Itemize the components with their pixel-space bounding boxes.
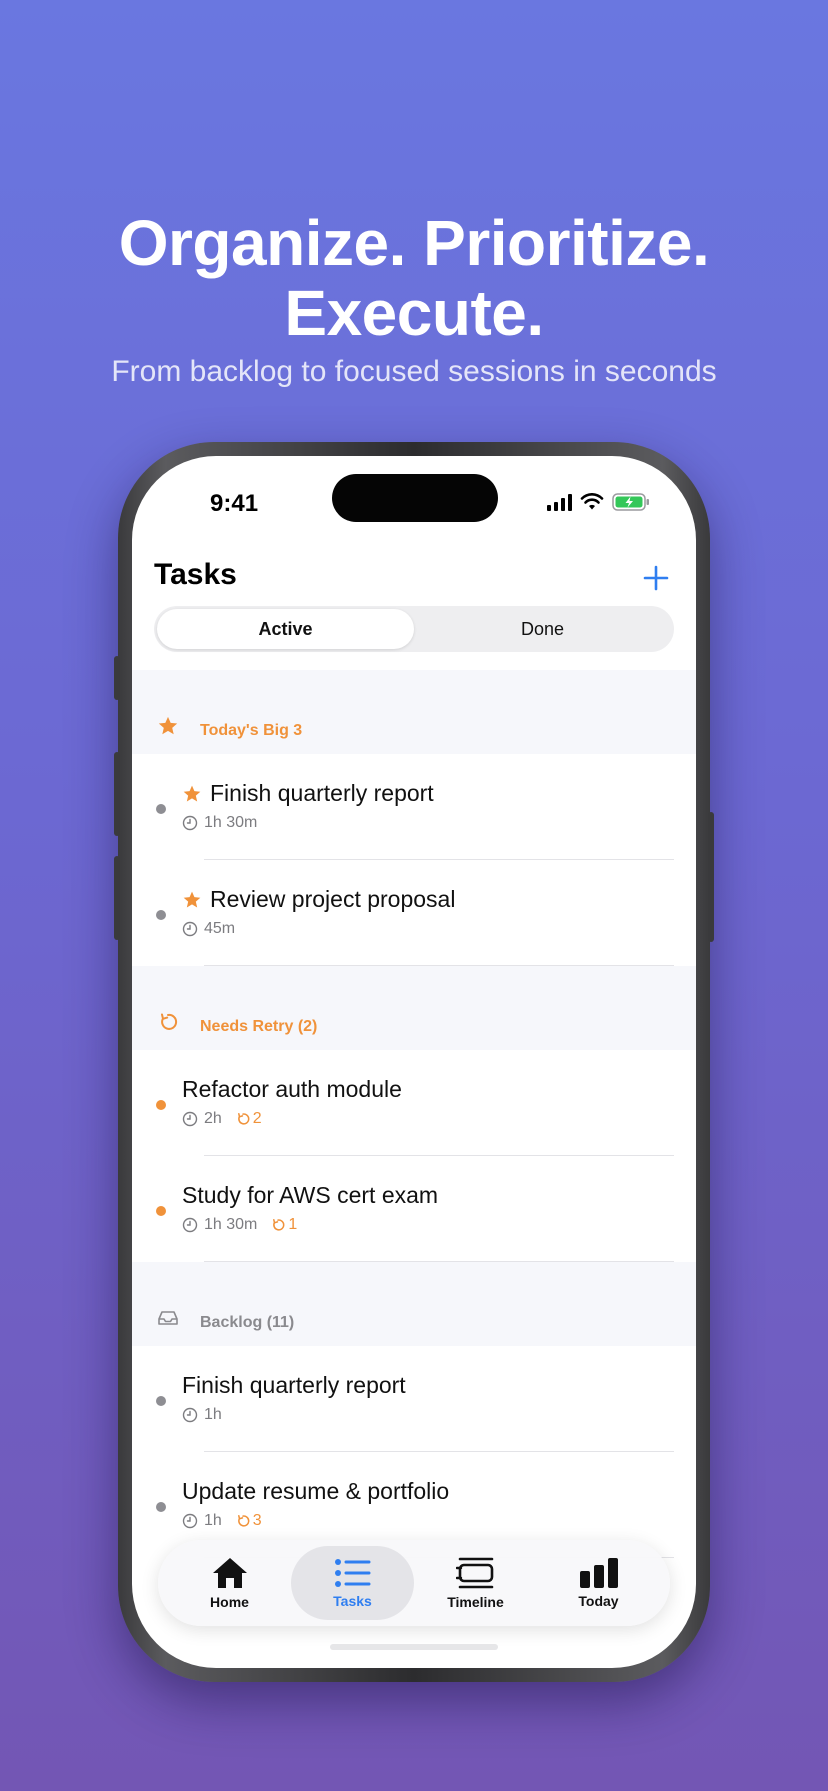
section-title: Needs Retry (2) xyxy=(200,1018,318,1035)
tab-label: Timeline xyxy=(447,1594,504,1610)
task-status-dot xyxy=(156,910,166,920)
status-time: 9:41 xyxy=(210,490,259,517)
dynamic-island xyxy=(332,474,498,522)
tab-home[interactable]: Home xyxy=(168,1546,291,1620)
tab-label: Home xyxy=(210,1594,249,1610)
page-title: Tasks xyxy=(154,558,237,591)
section-header-big3: Today's Big 3 xyxy=(132,670,696,754)
task-title: Review project proposal xyxy=(210,886,456,912)
task-row[interactable]: Refactor auth module 2h 2 xyxy=(132,1050,696,1156)
star-icon xyxy=(183,785,201,801)
task-status-dot xyxy=(156,1100,166,1110)
tab-label: Tasks xyxy=(333,1593,372,1609)
task-status-dot xyxy=(156,1206,166,1216)
power-button xyxy=(708,812,714,942)
clock-icon xyxy=(182,1407,198,1423)
wifi-icon xyxy=(580,493,604,510)
task-status-dot xyxy=(156,1502,166,1512)
task-status-dot xyxy=(156,804,166,814)
section-header-needs-retry: Needs Retry (2) xyxy=(132,966,696,1050)
retry-count: 1 xyxy=(271,1216,297,1234)
task-duration: 1h xyxy=(204,1512,222,1529)
list-icon xyxy=(334,1559,370,1587)
clock-icon xyxy=(182,1217,198,1233)
volume-down-button xyxy=(114,856,120,940)
task-row[interactable]: Study for AWS cert exam 1h 30m 1 xyxy=(132,1156,696,1262)
task-list: Today's Big 3 Finish quarterly report 1h… xyxy=(132,670,696,1558)
section-title: Today's Big 3 xyxy=(200,722,303,739)
task-row[interactable]: Finish quarterly report 1h xyxy=(132,1346,696,1452)
retry-count-value: 3 xyxy=(252,1512,262,1529)
bar-chart-icon xyxy=(579,1558,618,1588)
tab-label: Today xyxy=(578,1593,619,1609)
retry-count: 3 xyxy=(236,1512,262,1530)
retry-count: 2 xyxy=(236,1110,262,1128)
inbox-icon xyxy=(154,1304,182,1332)
home-indicator xyxy=(330,1644,498,1650)
hero-subheadline: From backlog to focused sessions in seco… xyxy=(111,355,717,388)
hero-headline: Organize. Prioritize. Execute. xyxy=(0,208,828,348)
retry-count-value: 2 xyxy=(252,1110,262,1127)
task-title: Study for AWS cert exam xyxy=(182,1182,439,1208)
task-row[interactable]: Finish quarterly report 1h 30m xyxy=(132,754,696,860)
phone-frame: 9:41 Tasks Active Done Today's Big 3 Fin… xyxy=(114,442,714,1682)
tab-tasks[interactable]: Tasks xyxy=(291,1546,414,1620)
retry-icon xyxy=(273,1218,285,1231)
task-duration: 1h 30m xyxy=(204,1216,258,1233)
task-title: Refactor auth module xyxy=(182,1076,402,1102)
task-title: Finish quarterly report xyxy=(182,1372,406,1398)
tab-today[interactable]: Today xyxy=(537,1546,660,1620)
task-row[interactable]: Review project proposal 45m xyxy=(132,860,696,966)
status-icons xyxy=(547,488,650,516)
clock-icon xyxy=(182,815,198,831)
timeline-icon xyxy=(455,1557,493,1589)
add-task-button[interactable] xyxy=(640,562,672,594)
task-duration: 45m xyxy=(204,920,236,937)
retry-icon xyxy=(154,1008,182,1036)
hero-headline-line1: Organize. Prioritize. xyxy=(118,207,710,279)
retry-icon xyxy=(237,1514,250,1527)
clock-icon xyxy=(182,1513,198,1529)
segment-active[interactable]: Active xyxy=(157,609,414,649)
task-duration: 2h xyxy=(204,1110,222,1127)
cellular-signal-icon xyxy=(547,493,572,511)
clock-icon xyxy=(182,1111,198,1127)
row-separator xyxy=(204,1261,674,1262)
task-title: Update resume & portfolio xyxy=(182,1478,450,1504)
section-header-backlog: Backlog (11) xyxy=(132,1262,696,1346)
house-icon xyxy=(212,1558,247,1588)
segment-done[interactable]: Done xyxy=(414,609,671,649)
star-icon xyxy=(183,891,201,907)
section-title: Backlog (11) xyxy=(200,1314,295,1331)
task-duration: 1h xyxy=(204,1406,222,1423)
plus-icon xyxy=(643,565,669,591)
task-title: Finish quarterly report xyxy=(210,780,434,806)
star-icon xyxy=(154,712,182,740)
task-duration: 1h 30m xyxy=(204,814,258,831)
phone-screen: 9:41 Tasks Active Done Today's Big 3 Fin… xyxy=(132,456,696,1668)
tab-bar: Home Tasks Timeline Today xyxy=(158,1540,670,1626)
clock-icon xyxy=(182,921,198,937)
status-segmented-control: Active Done xyxy=(154,606,674,652)
tab-timeline[interactable]: Timeline xyxy=(414,1546,537,1620)
hero-headline-line2: Execute. xyxy=(284,277,544,349)
battery-charging-icon xyxy=(612,493,649,511)
row-separator xyxy=(204,965,674,966)
retry-icon xyxy=(237,1112,250,1125)
action-button xyxy=(114,656,120,700)
volume-up-button xyxy=(114,752,120,836)
task-status-dot xyxy=(156,1396,166,1406)
retry-count-value: 1 xyxy=(288,1216,298,1233)
